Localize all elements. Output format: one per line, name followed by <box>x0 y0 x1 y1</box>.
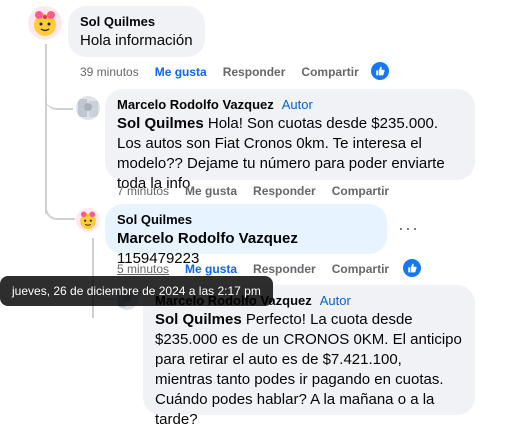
emoji-avatar-icon <box>28 6 62 40</box>
thumbs-up-icon <box>408 263 417 273</box>
like-button[interactable]: Me gusta <box>185 262 237 276</box>
reply-button[interactable]: Responder <box>253 184 316 198</box>
comment-author-row: Marcelo Rodolfo Vazquez Autor <box>117 97 463 112</box>
share-button[interactable]: Compartir <box>332 184 389 198</box>
comment-bubble-highlighted: Sol Quilmes Marcelo Rodolfo Vazquez 1159… <box>105 204 387 267</box>
author-badge: Autor <box>281 97 313 112</box>
thread-connector-reply-1 <box>45 86 73 110</box>
comment-actions: 39 minutos Me gusta Responder Compartir <box>80 65 359 79</box>
comment-text: Perfecto! La cuota desde $235.000 es de … <box>155 311 462 428</box>
avatar-marcelo-rodolfo-vazquez[interactable] <box>76 96 100 120</box>
share-button[interactable]: Compartir <box>301 65 358 79</box>
thread-connector-reply-2 <box>45 196 75 220</box>
comment-timestamp[interactable]: 5 minutos <box>117 262 169 276</box>
comment-actions: 7 minutos Me gusta Responder Compartir <box>117 184 389 198</box>
timestamp-tooltip: jueves, 26 de diciembre de 2024 a las 2:… <box>0 276 273 306</box>
mention-link[interactable]: Marcelo Rodolfo Vazquez <box>117 230 298 247</box>
share-button[interactable]: Compartir <box>332 262 389 276</box>
comment-text: Hola información <box>80 32 193 49</box>
reply-button[interactable]: Responder <box>253 262 316 276</box>
like-reaction-badge[interactable] <box>371 62 389 80</box>
comment-text-container: Sol Quilmes Hola! Son cuotas desde $235.… <box>117 114 463 194</box>
like-button[interactable]: Me gusta <box>155 65 207 79</box>
comment-bubble: Marcelo Rodolfo Vazquez Autor Sol Quilme… <box>105 89 475 192</box>
mention-link[interactable]: Sol Quilmes <box>117 115 204 132</box>
mention-link[interactable]: Sol Quilmes <box>155 311 242 328</box>
avatar-sol-quilmes[interactable] <box>28 6 62 40</box>
author-badge: Autor <box>319 293 351 308</box>
comment-bubble: Sol Quilmes Hola información <box>68 6 205 57</box>
comment-timestamp[interactable]: 39 minutos <box>80 65 139 79</box>
like-button[interactable]: Me gusta <box>185 184 237 198</box>
reply-button[interactable]: Responder <box>223 65 286 79</box>
thread-line-main <box>45 44 47 214</box>
comment-actions: 5 minutos Me gusta Responder Compartir <box>117 262 389 276</box>
comment-author[interactable]: Sol Quilmes <box>80 14 193 29</box>
comment-author[interactable]: Marcelo Rodolfo Vazquez <box>117 97 274 112</box>
photo-avatar-icon <box>76 96 100 120</box>
emoji-avatar-icon <box>76 208 100 232</box>
like-reaction-badge[interactable] <box>403 259 421 277</box>
comment-author[interactable]: Sol Quilmes <box>117 212 375 227</box>
comment-text-container: Sol Quilmes Perfecto! La cuota desde $23… <box>155 310 463 430</box>
comment-timestamp[interactable]: 7 minutos <box>117 184 169 198</box>
avatar-sol-quilmes[interactable] <box>76 208 100 232</box>
thumbs-up-icon <box>376 66 385 76</box>
more-options-button[interactable]: ··· <box>398 218 419 239</box>
